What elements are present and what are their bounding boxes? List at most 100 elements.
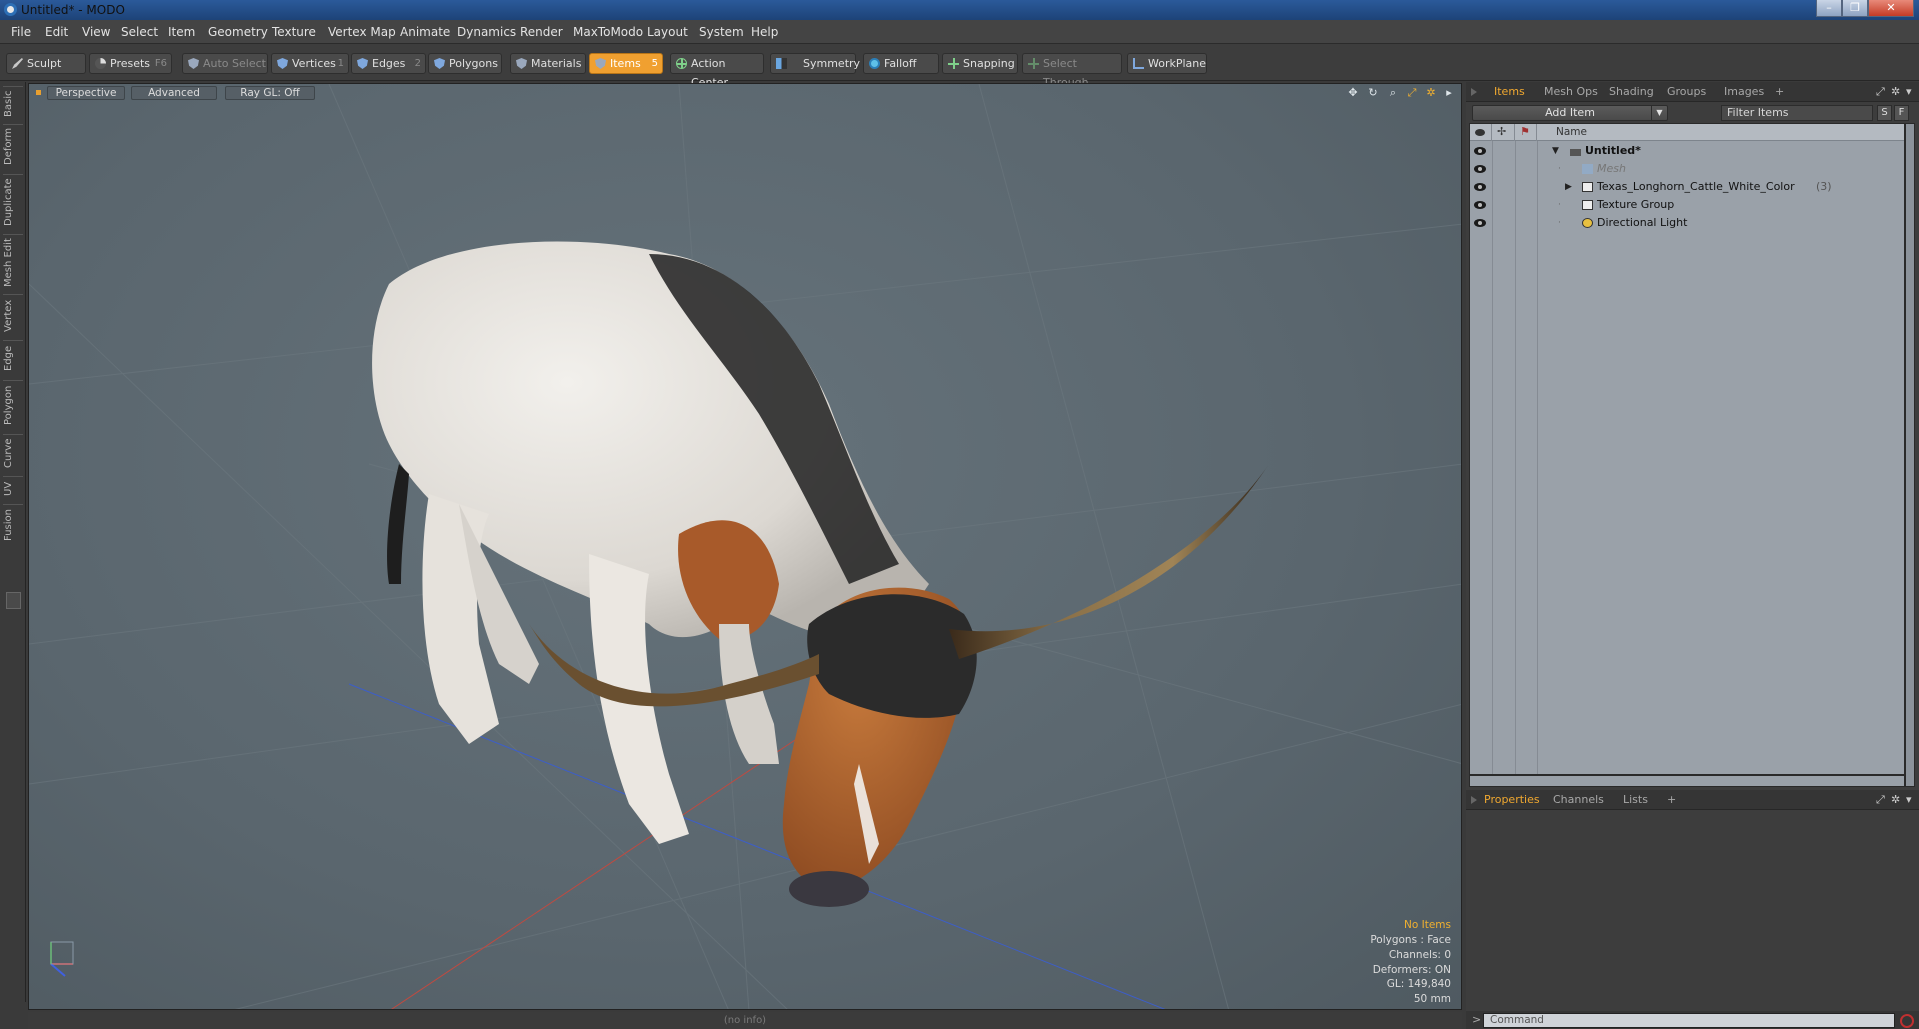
menu-help[interactable]: Help (751, 25, 778, 39)
add-tab-button[interactable]: + (1667, 793, 1676, 806)
menu-vertex-map[interactable]: Vertex Map (328, 25, 396, 39)
zoom-icon[interactable]: ⌕ (1387, 87, 1399, 99)
auto-select-button[interactable]: Auto Select (182, 53, 268, 74)
maximize-button[interactable]: ❐ (1842, 0, 1868, 17)
move-icon[interactable]: ✥ (1347, 87, 1359, 99)
gear-icon[interactable]: ✲ (1891, 793, 1900, 806)
add-item-button[interactable]: Add Item ▼ (1472, 105, 1668, 121)
maximize-icon[interactable]: ⤢ (1406, 87, 1418, 99)
menu-system[interactable]: System (699, 25, 744, 39)
expand-arrow-icon[interactable]: ▼ (1552, 142, 1559, 160)
menu-animate[interactable]: Animate (400, 25, 450, 39)
minimize-button[interactable]: – (1816, 0, 1842, 17)
tab-groups[interactable]: Groups (1667, 85, 1706, 98)
s-button[interactable]: S (1877, 105, 1892, 121)
select-through-button[interactable]: Select Through (1022, 53, 1122, 89)
raygl-toggle[interactable]: Ray GL: Off (225, 86, 315, 100)
chevron-down-icon[interactable]: ▼ (1651, 106, 1667, 120)
menu-item[interactable]: Item (168, 25, 195, 39)
sculpt-button[interactable]: Sculpt (6, 53, 86, 74)
menu-file[interactable]: File (11, 25, 31, 39)
eye-icon[interactable] (1474, 219, 1486, 227)
menu-layout[interactable]: Layout (647, 25, 688, 39)
item-list[interactable]: ✢ ⚑ Name ▼ Untitled* · Mesh ▶ Texas_Long… (1469, 123, 1905, 775)
settings-icon[interactable]: ✲ (1425, 87, 1437, 99)
filter-items-input[interactable]: Filter Items (1721, 105, 1873, 121)
3d-viewport[interactable]: Perspective Advanced Ray GL: Off ✥ ↻ ⌕ ⤢… (28, 83, 1462, 1010)
render-column-header[interactable]: ⚑ (1515, 124, 1537, 141)
shading-mode-dropdown[interactable]: Advanced (131, 86, 217, 100)
tab-duplicate[interactable]: Duplicate (3, 174, 23, 230)
tab-lists[interactable]: Lists (1623, 793, 1648, 806)
expand-icon[interactable]: ⤢ (1876, 793, 1885, 807)
tree-row-scene[interactable]: ▼ Untitled* (1470, 142, 1904, 160)
tab-vertex[interactable]: Vertex (3, 294, 23, 336)
tab-curve[interactable]: Curve (3, 434, 23, 472)
vertices-button[interactable]: Vertices 1 (271, 53, 349, 74)
tab-channels[interactable]: Channels (1553, 793, 1604, 806)
snapping-button[interactable]: Snapping (942, 53, 1018, 74)
tree-row-mesh[interactable]: · Mesh (1470, 160, 1904, 178)
command-input[interactable]: Command (1483, 1013, 1895, 1028)
lock-column-header[interactable]: ✢ (1492, 124, 1515, 141)
materials-button[interactable]: Materials (510, 53, 586, 74)
tab-mesh-ops[interactable]: Mesh Ops (1544, 85, 1598, 98)
tree-row-cattle[interactable]: ▶ Texas_Longhorn_Cattle_White_Color (3) (1470, 178, 1904, 196)
tab-images[interactable]: Images (1724, 85, 1764, 98)
horizontal-scrollbar[interactable] (1469, 775, 1905, 787)
tree-row-light[interactable]: · Directional Light (1470, 214, 1904, 232)
f-button[interactable]: F (1894, 105, 1909, 121)
tab-deform[interactable]: Deform (3, 124, 23, 168)
expand-arrow-icon[interactable]: ▶ (1565, 178, 1572, 196)
toggle-panel-button[interactable] (6, 592, 21, 609)
action-center-button[interactable]: Action Center (670, 53, 764, 89)
panel-menu-icon[interactable] (1471, 796, 1477, 804)
rotate-icon[interactable]: ↻ (1367, 87, 1379, 99)
menu-select[interactable]: Select (121, 25, 158, 39)
eye-icon[interactable] (1474, 147, 1486, 155)
menu-render[interactable]: Render (520, 25, 563, 39)
symmetry-button[interactable]: Symmetry (770, 53, 860, 74)
tab-fusion[interactable]: Fusion (3, 504, 23, 546)
polygons-button[interactable]: Polygons (428, 53, 502, 74)
items-button[interactable]: Items 5 (589, 53, 663, 74)
tab-items[interactable]: Items (1494, 85, 1525, 98)
tab-properties[interactable]: Properties (1484, 793, 1540, 806)
add-tab-button[interactable]: + (1775, 85, 1784, 98)
tab-uv[interactable]: UV (3, 476, 23, 500)
arrow-right-icon[interactable]: ▸ (1443, 87, 1455, 99)
workplane-button[interactable]: WorkPlane (1127, 53, 1207, 74)
workplane-icon (1133, 58, 1144, 69)
menu-maxtomodo[interactable]: MaxToModo (573, 25, 643, 39)
tab-polygon[interactable]: Polygon (3, 380, 23, 430)
chevron-down-icon[interactable]: ▾ (1906, 85, 1912, 98)
panel-menu-icon[interactable] (1471, 88, 1477, 96)
menu-view[interactable]: View (82, 25, 110, 39)
name-column-header[interactable]: Name (1556, 126, 1587, 138)
menu-geometry[interactable]: Geometry (208, 25, 268, 39)
edges-button[interactable]: Edges 2 (351, 53, 426, 74)
gear-icon[interactable]: ✲ (1891, 85, 1900, 98)
tab-mesh-edit[interactable]: Mesh Edit (3, 234, 23, 290)
record-icon[interactable] (1900, 1014, 1914, 1028)
falloff-button[interactable]: Falloff (863, 53, 939, 74)
view-type-dropdown[interactable]: Perspective (47, 86, 125, 100)
eye-icon[interactable] (1474, 183, 1486, 191)
menu-texture[interactable]: Texture (272, 25, 316, 39)
menu-edit[interactable]: Edit (45, 25, 68, 39)
close-button[interactable]: ✕ (1868, 0, 1914, 17)
eye-icon[interactable] (1474, 165, 1486, 173)
vertical-scrollbar[interactable] (1905, 123, 1915, 787)
tab-shading[interactable]: Shading (1609, 85, 1654, 98)
menu-dynamics[interactable]: Dynamics (457, 25, 516, 39)
eye-icon[interactable] (1474, 201, 1486, 209)
presets-button[interactable]: Presets F6 (89, 53, 172, 74)
chevron-down-icon[interactable]: ▾ (1906, 793, 1912, 806)
tab-basic[interactable]: Basic (3, 86, 23, 120)
tree-row-texture-group[interactable]: · Texture Group (1470, 196, 1904, 214)
viewport-menu-marker[interactable] (36, 90, 41, 95)
expand-icon[interactable]: ⤢ (1876, 85, 1885, 99)
visibility-column-header[interactable] (1470, 124, 1492, 141)
tree-item-label: Directional Light (1597, 216, 1688, 229)
tab-edge[interactable]: Edge (3, 340, 23, 376)
